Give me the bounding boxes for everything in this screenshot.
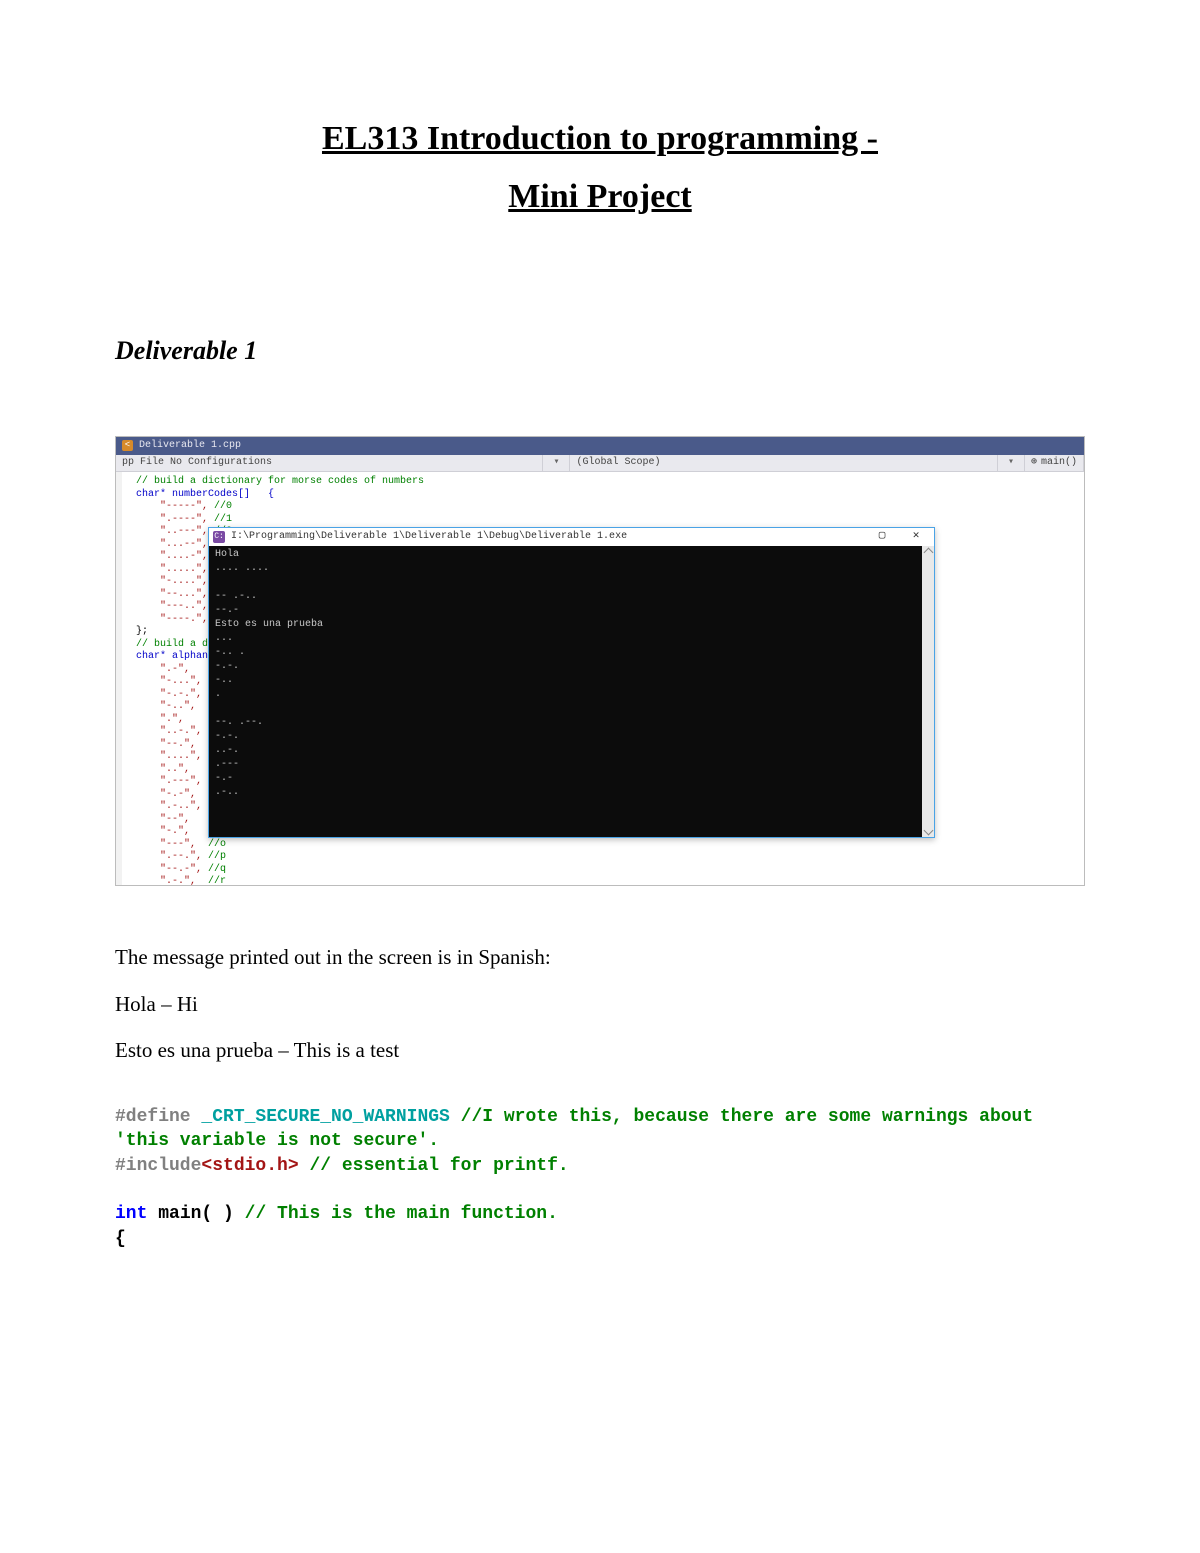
code-token: #define — [115, 1107, 201, 1127]
code-token: _CRT_SECURE_NO_WARNINGS — [201, 1107, 460, 1127]
title-line-1: EL313 Introduction to programming - — [322, 120, 878, 157]
console-line: -.-. — [215, 730, 928, 744]
chevron-down-icon[interactable]: ▾ — [543, 455, 570, 471]
console-line: -.- — [215, 772, 928, 786]
ide-tab-bar: < Deliverable 1.cpp — [116, 437, 1084, 456]
file-tab-label[interactable]: Deliverable 1.cpp — [139, 440, 241, 453]
function-dropdown[interactable]: ⊕ main() — [1025, 455, 1084, 471]
code-comment: 'this variable is not secure'. — [115, 1131, 439, 1151]
ide-body: // build a dictionary for morse codes of… — [116, 472, 1084, 885]
console-icon: C: — [213, 531, 225, 543]
console-line: -.-. — [215, 660, 928, 674]
console-title-bar[interactable]: C: I:\Programming\Deliverable 1\Delivera… — [209, 528, 934, 546]
code-snippet: #define _CRT_SECURE_NO_WARNINGS //I wrot… — [115, 1081, 1085, 1275]
code-line: ".-.", //r — [136, 876, 1080, 885]
code-line: "--.-", //q — [136, 864, 1080, 877]
config-dropdown[interactable]: pp File No Configurations — [116, 455, 543, 471]
code-token: { — [115, 1229, 126, 1249]
console-window: C: I:\Programming\Deliverable 1\Delivera… — [208, 527, 935, 838]
code-line: "---", //o — [136, 839, 1080, 852]
console-line: .... .... — [215, 562, 928, 576]
file-tab-icon: < — [122, 440, 133, 451]
title-line-2: Mini Project — [508, 178, 691, 215]
console-line: Hola — [215, 548, 928, 562]
code-line: // build a dictionary for morse codes of… — [136, 476, 1080, 489]
code-token: <stdio.h> — [201, 1156, 298, 1176]
body-paragraph: The message printed out in the screen is… — [115, 941, 1085, 974]
console-line: -.. — [215, 674, 928, 688]
console-line — [215, 576, 928, 590]
code-line: char* numberCodes[] { — [136, 489, 1080, 502]
page-title: EL313 Introduction to programming - Mini… — [115, 110, 1085, 226]
code-comment: // essential for printf. — [299, 1156, 569, 1176]
console-line: ... — [215, 632, 928, 646]
console-line: .-.. — [215, 786, 928, 800]
section-heading: Deliverable 1 — [115, 336, 1085, 366]
code-line: "-----", //0 — [136, 501, 1080, 514]
code-token: main( ) — [158, 1204, 244, 1224]
chevron-down-icon[interactable]: ▾ — [998, 455, 1025, 471]
body-paragraph: Hola – Hi — [115, 988, 1085, 1021]
code-line: ".----", //1 — [136, 514, 1080, 527]
code-comment: //I wrote this, because there are some w… — [461, 1107, 1034, 1127]
console-line: -.. . — [215, 646, 928, 660]
console-output: Hola.... .... -- .-..--.-Esto es una pru… — [209, 546, 934, 837]
function-label: main() — [1041, 457, 1077, 470]
ide-screenshot: < Deliverable 1.cpp pp File No Configura… — [115, 436, 1085, 887]
code-line: ".--.", //p — [136, 851, 1080, 864]
maximize-icon[interactable]: ▢ — [868, 530, 896, 544]
console-line — [215, 702, 928, 716]
code-token: #include — [115, 1156, 201, 1176]
scope-dropdown[interactable]: (Global Scope) — [570, 455, 997, 471]
console-line: . — [215, 688, 928, 702]
ide-nav-bar: pp File No Configurations ▾ (Global Scop… — [116, 455, 1084, 472]
console-line: --. .--. — [215, 716, 928, 730]
console-line: Esto es una prueba — [215, 618, 928, 632]
close-icon[interactable]: ✕ — [902, 530, 930, 544]
scrollbar[interactable] — [922, 546, 934, 837]
code-comment: // This is the main function. — [245, 1204, 558, 1224]
console-line: -- .-.. — [215, 590, 928, 604]
console-line: .--- — [215, 758, 928, 772]
code-keyword: int — [115, 1204, 158, 1224]
console-title-text: I:\Programming\Deliverable 1\Deliverable… — [231, 531, 627, 544]
body-paragraph: Esto es una prueba – This is a test — [115, 1034, 1085, 1067]
console-line: --.- — [215, 604, 928, 618]
console-line: ..-. — [215, 744, 928, 758]
function-icon: ⊕ — [1031, 457, 1037, 470]
